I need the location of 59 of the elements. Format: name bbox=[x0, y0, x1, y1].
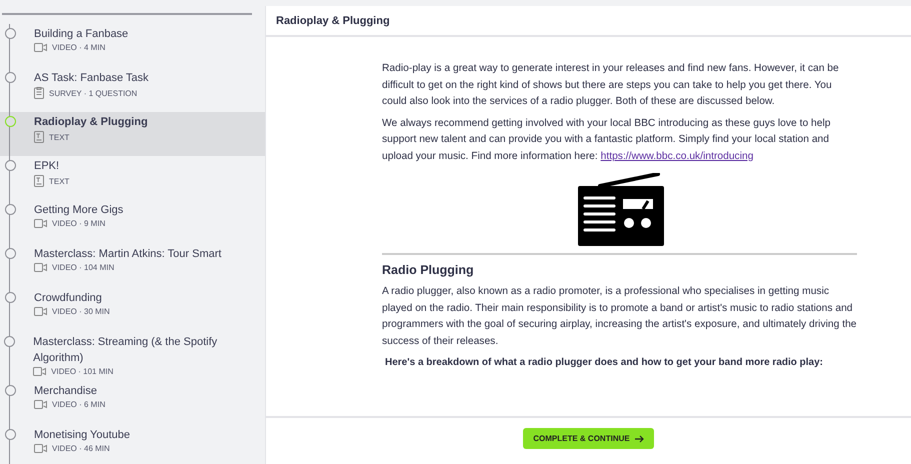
lesson-meta: TEXT bbox=[49, 132, 70, 142]
status-circle-icon bbox=[4, 248, 16, 259]
lesson-title: Radioplay & Plugging bbox=[34, 115, 148, 130]
lesson-item[interactable]: Merchandise VIDEO · 6 MIN bbox=[0, 381, 265, 425]
lesson-meta: VIDEO · 104 MIN bbox=[52, 263, 114, 272]
lesson-title: Merchandise bbox=[34, 384, 98, 399]
status-circle-icon bbox=[4, 72, 16, 83]
arrow-right-icon bbox=[634, 434, 644, 442]
video-camera-icon bbox=[34, 400, 47, 409]
lesson-item[interactable]: Building a Fanbase VIDEO · 4 MIN bbox=[0, 24, 265, 68]
lesson-title: Monetising Youtube bbox=[34, 428, 130, 443]
lesson-item[interactable]: Crowdfunding VIDEO · 30 MIN bbox=[0, 288, 265, 332]
paragraph: Radio-play is a great way to generate interest in your releases and find new fans. However, it can be difficult to get on the right kind of shows but there are steps you can take to help you get there. You could also look into the services of a radio plugger. Both of these are discussed below. bbox=[382, 62, 840, 109]
status-circle-icon bbox=[4, 429, 16, 440]
paragraph: A radio plugger, also known as a radio promoter, is a professional who specialises in getting music played on the radio. Their main responsibility is to promote a band or artist's music to radio stations and programmers with the goal of securing airplay, increasing the artist's exposure, and ultimately driving the success of their releases. bbox=[382, 285, 857, 348]
document-icon bbox=[34, 175, 44, 187]
status-circle-icon bbox=[4, 336, 16, 347]
status-circle-icon bbox=[4, 204, 16, 215]
lesson-meta: VIDEO · 6 MIN bbox=[52, 400, 106, 409]
radio-icon bbox=[576, 173, 664, 247]
lesson-item[interactable]: Masterclass: Martin Atkins: Tour Smart VIDEO · 104 MIN bbox=[0, 244, 265, 288]
lesson-meta: TEXT bbox=[49, 176, 70, 186]
video-camera-icon bbox=[34, 263, 47, 272]
lesson-title: Getting More Gigs bbox=[34, 203, 124, 218]
video-camera-icon bbox=[33, 367, 46, 376]
status-circle-icon bbox=[4, 28, 16, 39]
lesson-title: Masterclass: Streaming (& the Spotify Algorithm) bbox=[33, 335, 218, 366]
lesson-item[interactable]: Masterclass: Streaming (& the Spotify Algorithm) VIDEO · 101 MIN bbox=[0, 332, 265, 381]
video-camera-icon bbox=[34, 307, 47, 316]
video-camera-icon bbox=[34, 219, 47, 228]
lesson-meta: VIDEO · 4 MIN bbox=[52, 43, 106, 52]
lesson-item[interactable]: EPK! TEXT bbox=[0, 156, 265, 200]
lesson-title: EPK! bbox=[34, 159, 60, 174]
complete-continue-button[interactable]: COMPLETE & CONTINUE bbox=[523, 428, 654, 449]
video-camera-icon bbox=[34, 444, 47, 453]
lesson-item[interactable]: Radioplay & Plugging TEXT bbox=[0, 112, 265, 156]
paragraph: We always recommend getting involved with your local BBC introducing as these guys love to help support new talent and can provide you with a fantastic platform. Simply find your local station and upload your music. Find more information here: https://www.bbc.co.uk/introducing bbox=[382, 116, 832, 164]
status-circle-icon bbox=[4, 385, 16, 396]
lesson-meta: SURVEY · 1 QUESTION bbox=[49, 88, 138, 98]
lesson-meta: VIDEO · 101 MIN bbox=[51, 367, 114, 376]
lesson-meta: VIDEO · 46 MIN bbox=[52, 444, 110, 453]
section-heading: Radio Plugging bbox=[382, 263, 475, 277]
lesson-title: Building a Fanbase bbox=[34, 27, 128, 42]
clipboard-icon bbox=[34, 87, 44, 99]
status-circle-icon bbox=[4, 160, 16, 171]
lesson-meta: VIDEO · 30 MIN bbox=[52, 307, 110, 316]
document-icon bbox=[34, 131, 44, 143]
lesson-meta: VIDEO · 9 MIN bbox=[52, 219, 106, 228]
link[interactable]: https://www.bbc.co.uk/introducing bbox=[600, 150, 754, 162]
lesson-item[interactable]: AS Task: Fanbase Task SURVEY · 1 QUESTION bbox=[0, 68, 265, 112]
video-camera-icon bbox=[34, 43, 47, 52]
paragraph: Here's a breakdown of what a radio plugger does and how to get your band more radio play: bbox=[385, 356, 824, 370]
status-circle-icon bbox=[4, 116, 16, 127]
status-circle-icon bbox=[4, 292, 16, 303]
lesson-item[interactable]: Getting More Gigs VIDEO · 9 MIN bbox=[0, 200, 265, 244]
lesson-title: Masterclass: Martin Atkins: Tour Smart bbox=[34, 247, 222, 262]
lesson-title: Crowdfunding bbox=[34, 291, 103, 306]
lesson-title: AS Task: Fanbase Task bbox=[34, 71, 149, 86]
lesson-title: Radioplay & Plugging bbox=[276, 14, 390, 26]
